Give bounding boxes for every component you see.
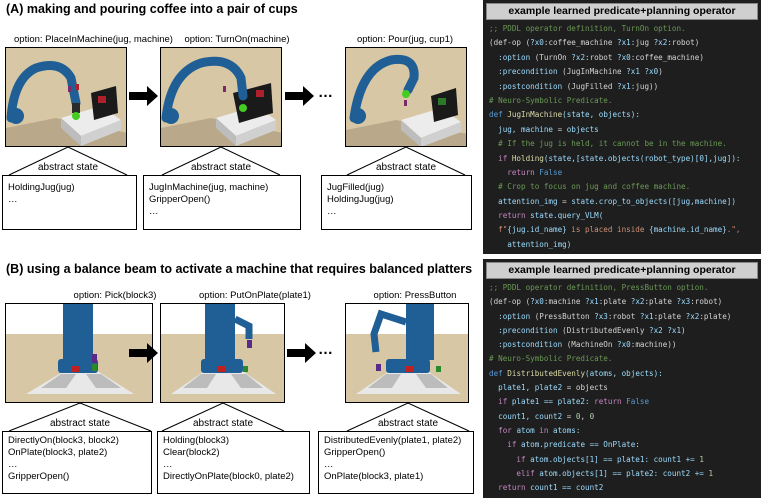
- code-line: # Neuro-Symbolic Predicate.: [489, 354, 613, 364]
- code-line: # Crop to focus on jug and coffee machin…: [489, 182, 691, 192]
- code-line: f"{jug.id_name} is placed inside {machin…: [489, 225, 741, 235]
- abstract-state-box-b2: Holding(block3) Clear(block2) … Directly…: [157, 431, 310, 494]
- section-b-title: (B) using a balance beam to activate a m…: [6, 262, 473, 276]
- code-line: plate1, plate2 = objects: [489, 383, 608, 393]
- scene-a2-image: [160, 47, 282, 147]
- state-atom: JugInMachine(jug, machine): [149, 182, 269, 193]
- state-atom: OnPlate(block3, plate1): [324, 471, 424, 482]
- state-atom: HoldingJug(jug): [327, 194, 394, 205]
- code-panel-b-header: example learned predicate+planning opera…: [486, 262, 758, 279]
- transition-arrow-a2: [285, 86, 314, 106]
- code-line: return count1 == count2: [489, 483, 604, 493]
- option-label-b3: option: PressButton: [373, 290, 457, 301]
- code-line: count1, count2 = 0, 0: [489, 411, 595, 421]
- option-label-a1: option: PlaceInMachine(jug, machine): [14, 34, 173, 45]
- state-atom: …: [163, 459, 173, 470]
- state-atom: …: [8, 459, 18, 470]
- transition-arrow-b2: [287, 343, 316, 363]
- state-atom: DirectlyOnPlate(block0, plate2): [163, 471, 294, 482]
- code-line: return False: [489, 167, 563, 177]
- option-label-b2: option: PutOnPlate(plate1): [199, 290, 311, 301]
- code-line: if atom.predicate == OnPlate:: [489, 440, 640, 450]
- code-line: return state.query_VLM(: [489, 211, 604, 221]
- code-line: if plate1 == plate2: return False: [489, 397, 650, 407]
- scene-a3-image: [345, 47, 467, 147]
- ellipsis-a: …: [318, 84, 334, 101]
- code-line: def DistributedEvenly(atoms, objects):: [489, 368, 663, 378]
- abstract-state-box-a2: JugInMachine(jug, machine) GripperOpen()…: [143, 175, 301, 230]
- section-a-title: (A) making and pouring coffee into a pai…: [6, 2, 298, 16]
- code-line: elif atom.objects[1] == plate2: count2 +…: [489, 468, 714, 478]
- abstract-state-label-a3: abstract state: [375, 162, 437, 173]
- code-panel-a: example learned predicate+planning opera…: [483, 0, 761, 254]
- state-atom: …: [149, 206, 159, 217]
- abstract-state-box-b1: DirectlyOn(block3, block2) OnPlate(block…: [2, 431, 152, 494]
- code-line: :precondition (DistributedEvenly ?x2 ?x1…: [489, 325, 686, 335]
- scene-a1-image: [5, 47, 127, 147]
- abstract-state-box-a3: JugFilled(jug) HoldingJug(jug) …: [321, 175, 472, 230]
- option-label-a2: option: TurnOn(machine): [184, 34, 290, 45]
- code-line: (def-op (?x0:coffee_machine ?x1:jug ?x2:…: [489, 38, 700, 48]
- code-line: :precondition (JugInMachine ?x1 ?x0): [489, 67, 663, 77]
- code-line: for atom in atoms:: [489, 425, 581, 435]
- state-atom: HoldingJug(jug): [8, 182, 75, 193]
- option-label-a3: option: Pour(jug, cup1): [356, 34, 454, 45]
- state-atom: GripperOpen(): [324, 447, 386, 458]
- code-panel-b: example learned predicate+planning opera…: [483, 259, 761, 498]
- option-label-b1: option: Pick(block3): [73, 290, 157, 301]
- code-line: :option (PressButton ?x3:robot ?x1:plate…: [489, 311, 732, 321]
- abstract-state-label-b1: abstract state: [49, 418, 111, 429]
- scene-b2-image: [160, 303, 285, 403]
- code-line: ;; PDDL operator definition, TurnOn opti…: [489, 24, 686, 33]
- code-line: :postcondition (MachineOn ?x0:machine)): [489, 340, 677, 350]
- transition-arrow-a1: [129, 86, 158, 106]
- abstract-state-label-a1: abstract state: [37, 162, 99, 173]
- code-line: :option (TurnOn ?x2:robot ?x0:coffee_mac…: [489, 52, 704, 62]
- scene-b3-image: [345, 303, 469, 403]
- abstract-state-label-b2: abstract state: [192, 418, 254, 429]
- abstract-state-label-a2: abstract state: [190, 162, 252, 173]
- state-atom: GripperOpen(): [8, 471, 70, 482]
- state-atom: Clear(block2): [163, 447, 220, 458]
- ellipsis-b: …: [318, 341, 334, 358]
- code-panel-a-header: example learned predicate+planning opera…: [486, 3, 758, 20]
- code-line: attention_img = state.crop_to_objects([j…: [489, 196, 736, 206]
- transition-arrow-b1: [129, 343, 158, 363]
- state-atom: DirectlyOn(block3, block2): [8, 435, 119, 446]
- state-atom: …: [8, 194, 18, 205]
- code-line: :postcondition (JugFilled ?x1:jug)): [489, 81, 659, 91]
- state-atom: GripperOpen(): [149, 194, 211, 205]
- code-line: # If the jug is held, it cannot be in th…: [489, 139, 727, 149]
- code-line: (def-op (?x0:machine ?x1:plate ?x2:plate…: [489, 297, 723, 307]
- code-panel-a-body: ;; PDDL operator definition, TurnOn opti…: [483, 20, 761, 252]
- code-line: def JugInMachine(state, objects):: [489, 110, 640, 120]
- code-line: jug, machine = objects: [489, 124, 599, 134]
- code-line: if Holding(state,[state.objects(robot_ty…: [489, 153, 741, 163]
- abstract-state-label-b3: abstract state: [377, 418, 439, 429]
- state-atom: DistributedEvenly(plate1, plate2): [324, 435, 462, 446]
- state-atom: …: [324, 459, 334, 470]
- code-line: ;; PDDL operator definition, PressButton…: [489, 283, 709, 292]
- state-atom: …: [327, 206, 337, 217]
- state-atom: JugFilled(jug): [327, 182, 385, 193]
- code-line: attention_img): [489, 239, 572, 249]
- abstract-state-box-b3: DistributedEvenly(plate1, plate2) Grippe…: [318, 431, 474, 494]
- code-line: if atom.objects[1] == plate1: count1 += …: [489, 454, 704, 464]
- state-atom: OnPlate(block3, plate2): [8, 447, 108, 458]
- code-panel-b-body: ;; PDDL operator definition, PressButton…: [483, 279, 761, 495]
- code-line: # Neuro-Symbolic Predicate.: [489, 95, 613, 105]
- state-atom: Holding(block3): [163, 435, 230, 446]
- abstract-state-box-a1: HoldingJug(jug) …: [2, 175, 137, 230]
